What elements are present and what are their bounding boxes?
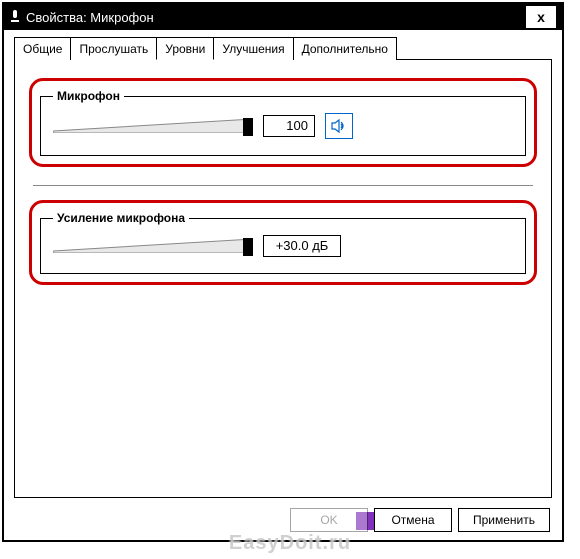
microphone-highlight: Микрофон 100 [29, 78, 537, 167]
apply-button[interactable]: Применить [458, 508, 550, 532]
slider-thumb[interactable] [243, 118, 253, 136]
window-title: Свойства: Микрофон [26, 10, 526, 25]
cancel-button[interactable]: Отмена [374, 508, 452, 532]
tab-enhancements[interactable]: Улучшения [213, 37, 293, 60]
gain-slider[interactable] [53, 237, 253, 255]
titlebar: Свойства: Микрофон x [4, 4, 562, 30]
gain-group: Усиление микрофона +30.0 дБ [40, 211, 526, 274]
tab-general[interactable]: Общие [14, 37, 71, 60]
separator [33, 185, 533, 186]
tabs: Общие Прослушать Уровни Улучшения Дополн… [14, 36, 552, 60]
gain-slider-row: +30.0 дБ [53, 235, 513, 257]
dialog-buttons: OK Отмена Применить [290, 508, 550, 532]
ok-button[interactable]: OK [290, 508, 368, 532]
speaker-icon [331, 118, 347, 134]
properties-window: Свойства: Микрофон x Общие Прослушать Ур… [2, 2, 564, 542]
close-button[interactable]: x [526, 6, 556, 28]
microphone-icon [10, 10, 20, 24]
microphone-slider-row: 100 [53, 113, 513, 139]
tab-body: Микрофон 100 [14, 60, 552, 498]
tab-advanced[interactable]: Дополнительно [293, 37, 397, 60]
tab-levels[interactable]: Уровни [156, 37, 214, 60]
tab-listen[interactable]: Прослушать [70, 37, 157, 60]
microphone-slider[interactable] [53, 117, 253, 135]
gain-value[interactable]: +30.0 дБ [263, 235, 341, 257]
microphone-value[interactable]: 100 [263, 115, 315, 137]
microphone-legend: Микрофон [53, 89, 124, 103]
gain-highlight: Усиление микрофона +30.0 дБ [29, 200, 537, 285]
gain-legend: Усиление микрофона [53, 211, 189, 225]
mute-button[interactable] [325, 113, 353, 139]
window-content: Общие Прослушать Уровни Улучшения Дополн… [4, 30, 562, 538]
microphone-group: Микрофон 100 [40, 89, 526, 156]
slider-wedge-icon [53, 119, 253, 133]
slider-thumb[interactable] [243, 238, 253, 256]
slider-wedge-icon [53, 239, 253, 253]
